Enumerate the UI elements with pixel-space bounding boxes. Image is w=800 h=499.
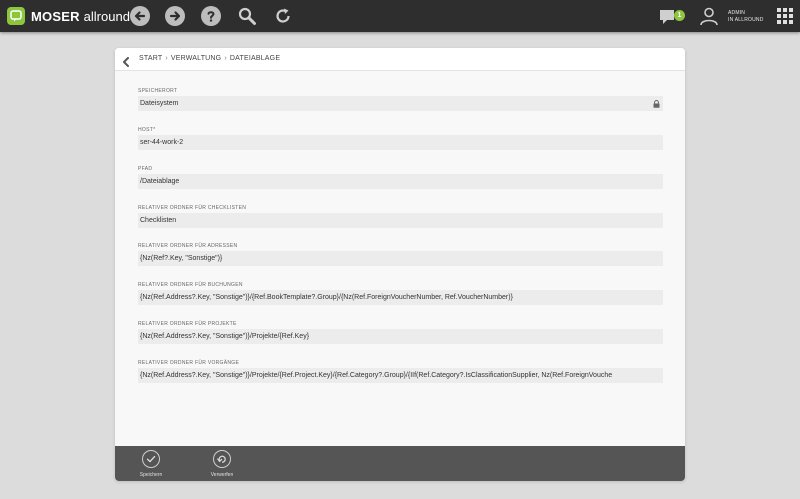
brand-bold: MOSER — [31, 9, 80, 24]
field-label: HOST* — [138, 127, 156, 133]
forward-arrow-icon[interactable] — [165, 6, 185, 26]
top-bar: MOSER allround 1 ADMIN IN ALLROUND — [0, 0, 800, 32]
settings-card: START › VERWALTUNG › DATEIABLAGE SPEICHERORT… — [115, 48, 685, 481]
field-adressen: RELATIVER ORDNER FÜR ADRESSEN {Nz(Ref?.K… — [138, 242, 663, 266]
field-vorgaenge: RELATIVER ORDNER FÜR VORGÄNGE {Nz(Ref.Ad… — [138, 359, 663, 383]
host-input[interactable]: ser-44-work-2 — [138, 135, 663, 150]
lock-icon — [653, 100, 660, 108]
field-buchungen: RELATIVER ORDNER FÜR BUCHUNGEN {Nz(Ref.A… — [138, 281, 663, 305]
logo-icon[interactable] — [7, 7, 25, 25]
adressen-folder-input[interactable]: {Nz(Ref?.Key, "Sonstige")} — [138, 251, 663, 266]
field-projekte: RELATIVER ORDNER FÜR PROJEKTE {Nz(Ref.Ad… — [138, 320, 663, 344]
user-icon[interactable] — [699, 6, 719, 26]
breadcrumb-item-verwaltung[interactable]: VERWALTUNG — [171, 55, 222, 62]
action-bar: Speichern Verwerfen — [115, 446, 685, 481]
field-pfad: PFAD /Dateiablage — [138, 165, 663, 189]
pfad-input[interactable]: /Dateiablage — [138, 174, 663, 189]
breadcrumb-item-start[interactable]: START — [139, 55, 162, 62]
search-icon[interactable] — [237, 6, 257, 26]
field-speicherort: SPEICHERORT Dateisystem — [138, 87, 663, 111]
breadcrumb-separator: › — [224, 55, 227, 62]
field-value: Dateisystem — [140, 100, 179, 107]
undo-icon — [213, 450, 231, 468]
field-label: RELATIVER ORDNER FÜR ADRESSEN — [138, 243, 238, 249]
breadcrumb: START › VERWALTUNG › DATEIABLAGE — [139, 55, 280, 62]
checkmark-icon — [142, 450, 160, 468]
field-label: RELATIVER ORDNER FÜR BUCHUNGEN — [138, 282, 243, 288]
user-line-2: IN ALLROUND — [728, 17, 764, 23]
field-label: PFAD — [138, 166, 153, 172]
projekte-folder-input[interactable]: {Nz(Ref.Address?.Key, "Sonstige")}/Proje… — [138, 329, 663, 344]
refresh-icon[interactable] — [273, 6, 293, 26]
user-line-1: ADMIN — [728, 10, 746, 16]
field-label: SPEICHERORT — [138, 88, 178, 94]
checklisten-folder-input[interactable]: Checklisten — [138, 213, 663, 228]
field-label: RELATIVER ORDNER FÜR PROJEKTE — [138, 321, 237, 327]
brand-name[interactable]: MOSER allround — [31, 9, 130, 24]
user-name[interactable]: ADMIN IN ALLROUND — [728, 10, 764, 24]
save-button[interactable]: Speichern — [131, 450, 171, 478]
field-label: RELATIVER ORDNER FÜR CHECKLISTEN — [138, 205, 247, 211]
buchungen-folder-input[interactable]: {Nz(Ref.Address?.Key, "Sonstige")}/{Ref.… — [138, 290, 663, 305]
save-label: Speichern — [139, 472, 163, 478]
back-arrow-icon[interactable] — [130, 6, 150, 26]
speicherort-input[interactable]: Dateisystem — [138, 96, 663, 111]
breadcrumb-item-dateiablage: DATEIABLAGE — [229, 55, 281, 62]
discard-button[interactable]: Verwerfen — [202, 450, 242, 478]
field-checklisten: RELATIVER ORDNER FÜR CHECKLISTEN Checkli… — [138, 204, 663, 228]
field-label: RELATIVER ORDNER FÜR VORGÄNGE — [138, 360, 240, 366]
vorgaenge-folder-input[interactable]: {Nz(Ref.Address?.Key, "Sonstige")}/Proje… — [138, 368, 663, 383]
discard-label: Verwerfen — [210, 472, 234, 478]
apps-grid-icon[interactable] — [777, 8, 793, 24]
chevron-left-icon[interactable] — [122, 54, 130, 67]
help-icon[interactable] — [201, 6, 221, 26]
breadcrumb-bar: START › VERWALTUNG › DATEIABLAGE — [115, 48, 685, 71]
chat-badge: 1 — [674, 10, 685, 21]
brand-rest: allround — [83, 9, 130, 24]
breadcrumb-separator: › — [165, 55, 168, 62]
field-host: HOST* ser-44-work-2 — [138, 126, 663, 150]
